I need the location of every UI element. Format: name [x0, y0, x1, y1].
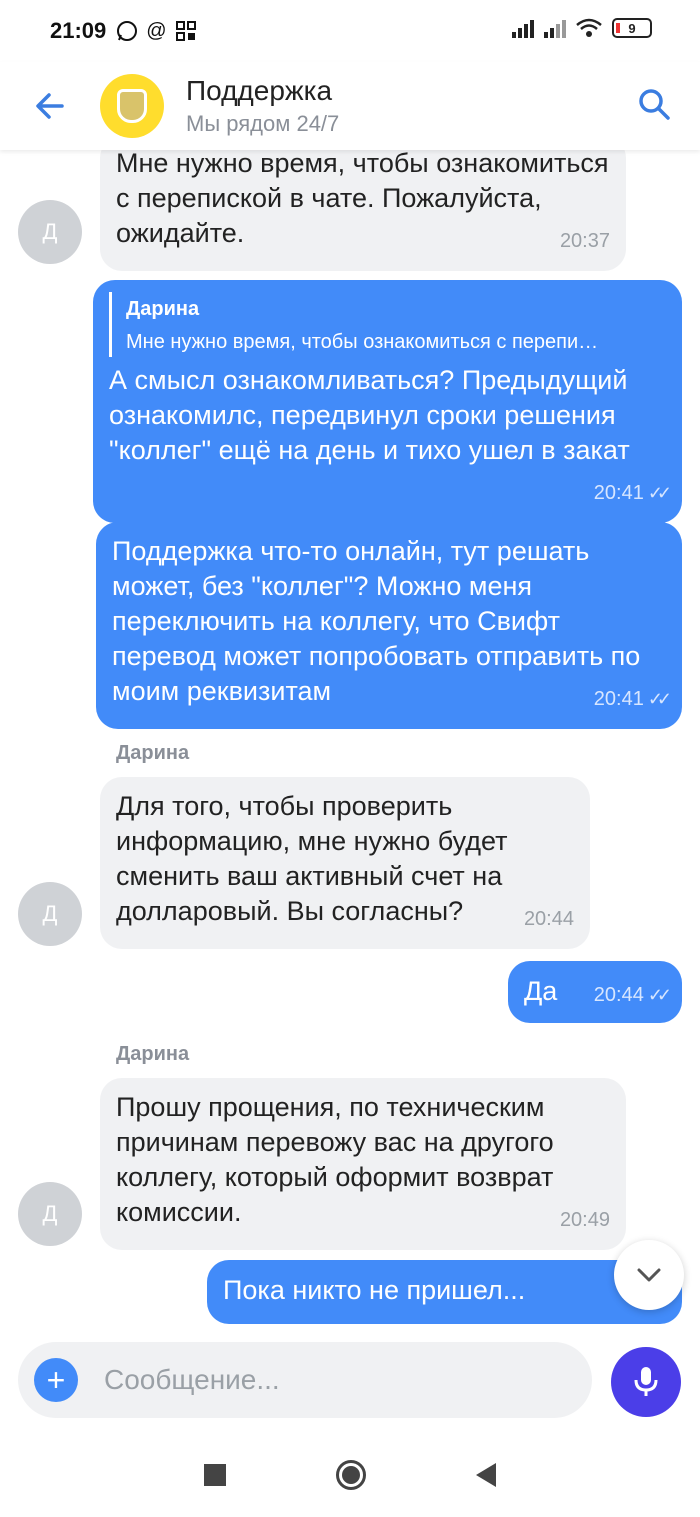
status-right-icons: 9 [512, 18, 652, 38]
message-outgoing[interactable]: Да 20:44 ✓✓ [508, 961, 682, 1023]
message-text: Мне нужно время, чтобы ознакомиться с пе… [116, 150, 609, 248]
message-time: 20:49 [559, 1209, 610, 1231]
quote-text: Мне нужно время, чтобы ознакомиться с пе… [126, 331, 599, 353]
message-time: 20:37 [559, 230, 610, 252]
support-avatar[interactable] [100, 74, 164, 138]
message-text: Да [524, 976, 558, 1006]
header-text[interactable]: Поддержка Мы рядом 24/7 [186, 75, 339, 137]
message-time: 20:44 [523, 908, 574, 930]
system-back-button[interactable] [476, 1462, 496, 1487]
search-button[interactable] [632, 82, 676, 126]
recents-button[interactable] [204, 1463, 226, 1486]
double-check-icon: ✓✓ [647, 483, 672, 503]
message-incoming[interactable]: Прошу прощения, по техническим причинам … [100, 1078, 626, 1250]
signal-roaming-icon [544, 18, 566, 38]
arrow-left-icon [36, 93, 64, 119]
plus-icon: + [46, 1361, 66, 1398]
message-time: 20:41 ✓✓ [593, 688, 672, 710]
attach-button[interactable]: + [34, 1358, 78, 1402]
at-icon: @ [146, 19, 167, 42]
message-outgoing[interactable]: Пока никто не пришел... 20:5 [207, 1260, 682, 1324]
double-check-icon: ✓✓ [647, 985, 672, 1005]
message-outgoing[interactable]: Поддержка что-то онлайн, тут решать може… [96, 522, 682, 729]
message-text: Поддержка что-то онлайн, тут решать може… [112, 536, 641, 706]
wifi-icon [576, 18, 602, 37]
message-incoming[interactable]: Для того, чтобы проверить информацию, мн… [100, 777, 590, 949]
message-list[interactable]: Д Мне нужно время, чтобы ознакомиться с … [0, 150, 700, 1340]
status-notification-icons: @ [116, 20, 196, 43]
status-bar: 21:09 @ 9 [0, 0, 700, 62]
message-text: Пока никто не пришел... [223, 1275, 526, 1305]
chat-subtitle: Мы рядом 24/7 [186, 111, 340, 136]
whatsapp-icon [117, 21, 138, 41]
message-outgoing[interactable]: Дарина Мне нужно время, чтобы ознакомить… [93, 280, 682, 523]
reply-quote[interactable]: Дарина Мне нужно время, чтобы ознакомить… [109, 292, 666, 357]
message-time: 20:41 ✓✓ [593, 482, 672, 504]
message-composer: + [18, 1342, 592, 1418]
home-icon [342, 1465, 360, 1484]
scroll-to-bottom-button[interactable] [614, 1240, 684, 1310]
battery-icon: 9 [612, 18, 652, 38]
chat-title: Поддержка [186, 75, 333, 106]
home-button[interactable] [336, 1459, 366, 1490]
battery-level: 9 [628, 20, 636, 36]
quote-sender: Дарина [126, 298, 200, 320]
microphone-icon [634, 1367, 658, 1396]
chevron-down-icon [637, 1268, 661, 1282]
sender-name: Дарина [116, 1043, 190, 1065]
double-check-icon: ✓✓ [647, 689, 672, 709]
signal-icon [512, 18, 534, 38]
grid-icon [175, 21, 196, 41]
agent-avatar: Д [18, 882, 82, 946]
message-incoming[interactable]: Мне нужно время, чтобы ознакомиться с пе… [100, 150, 626, 271]
agent-avatar: Д [18, 200, 82, 264]
status-time: 21:09 [50, 18, 107, 43]
sender-name: Дарина [116, 742, 190, 764]
back-button[interactable] [0, 62, 100, 150]
message-input[interactable] [104, 1364, 544, 1396]
bank-logo-icon [117, 89, 147, 123]
agent-avatar: Д [18, 1182, 82, 1246]
voice-message-button[interactable] [611, 1347, 681, 1417]
message-text: Для того, чтобы проверить информацию, мн… [116, 791, 508, 926]
message-text: Прошу прощения, по техническим причинам … [116, 1092, 554, 1227]
search-icon [639, 89, 670, 120]
message-time: 20:44 ✓✓ [593, 984, 672, 1006]
message-text: А смысл ознакомливаться? Предыдущий озна… [109, 365, 630, 465]
system-nav-bar [0, 1432, 700, 1517]
chat-header: Поддержка Мы рядом 24/7 [0, 62, 700, 150]
